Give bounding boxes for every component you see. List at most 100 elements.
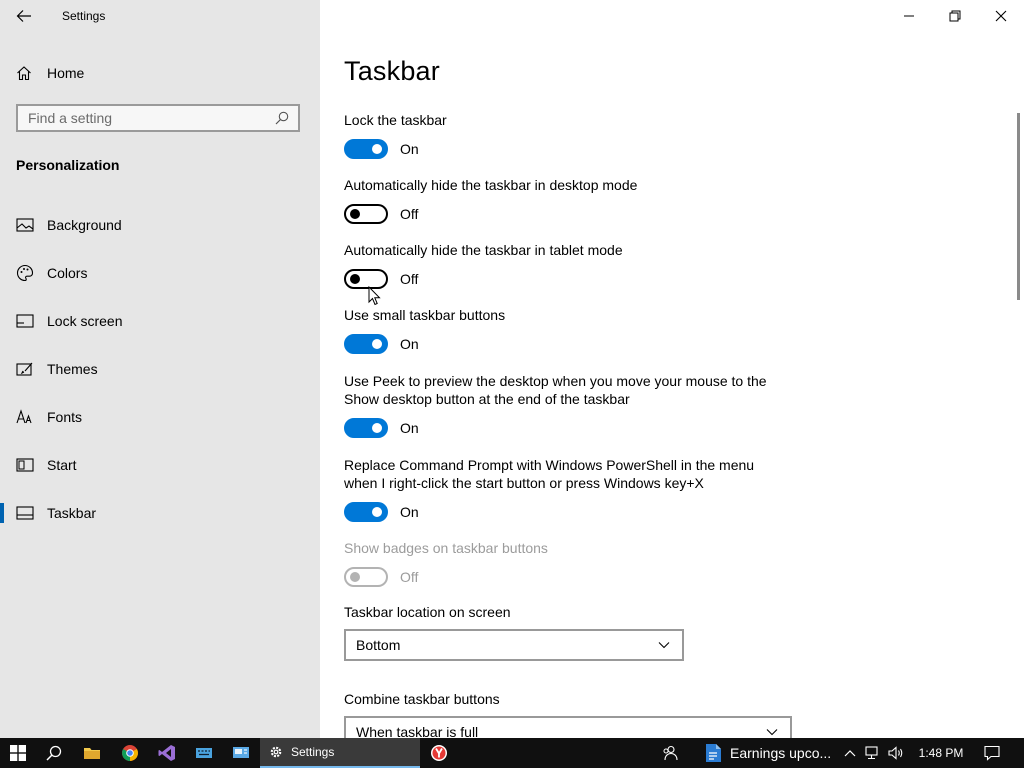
setting-autohide-desktop: Automatically hide the taskbar in deskto… — [344, 176, 784, 224]
setting-label-line: Show desktop button at the end of the ta… — [344, 391, 630, 407]
back-arrow-icon — [16, 10, 31, 22]
setting-label: Automatically hide the taskbar in deskto… — [344, 177, 638, 193]
setting-label: Use small taskbar buttons — [344, 307, 506, 323]
keyboard-app-button[interactable] — [186, 738, 222, 768]
app-title: Settings — [62, 9, 106, 23]
scrollbar-thumb[interactable] — [1017, 113, 1020, 300]
sidebar-item-label: Colors — [47, 265, 88, 281]
people-icon — [663, 745, 678, 761]
home-icon — [17, 66, 31, 81]
setting-lock-taskbar: Lock the taskbar On — [344, 111, 784, 159]
folder-icon — [84, 748, 100, 759]
setting-powershell: Replace Command Prompt with Windows Powe… — [344, 456, 784, 522]
chevron-down-icon — [762, 728, 782, 736]
volume-button[interactable] — [885, 738, 907, 768]
combine-dropdown-value: When taskbar is full — [356, 724, 479, 738]
taskbar-settings-label: Settings — [291, 745, 335, 759]
earnings-notification-button[interactable]: Earnings upco... — [700, 738, 840, 768]
setting-peek: Use Peek to preview the desktop when you… — [344, 372, 784, 438]
badges-toggle — [344, 567, 388, 587]
search-input[interactable] — [18, 105, 272, 131]
back-button[interactable] — [10, 4, 38, 28]
sidebar-item-background[interactable]: Background — [0, 201, 320, 249]
sidebar-item-label: Fonts — [47, 409, 83, 425]
sidebar-item-label: Themes — [47, 361, 98, 377]
remote-desktop-icon — [233, 747, 249, 758]
toggle-state: Off — [400, 206, 419, 222]
themes-icon — [16, 360, 34, 378]
location-label: Taskbar location on screen — [344, 604, 511, 620]
chrome-button[interactable] — [112, 738, 148, 768]
main-content: Taskbar Lock the taskbar On Automaticall… — [320, 0, 1024, 738]
setting-label: Automatically hide the taskbar in tablet… — [344, 242, 623, 258]
picture-icon — [16, 216, 34, 234]
gear-icon — [270, 746, 282, 758]
yandex-browser-button[interactable] — [421, 738, 457, 768]
sidebar-item-label: Taskbar — [47, 505, 97, 521]
page-title: Taskbar — [344, 56, 440, 86]
visual-studio-button[interactable] — [149, 738, 185, 768]
start-icon — [16, 456, 34, 474]
location-dropdown-value: Bottom — [356, 637, 401, 653]
toggle-state: Off — [400, 271, 419, 287]
taskbar-settings-button[interactable]: Settings — [260, 738, 420, 768]
sidebar-item-taskbar[interactable]: Taskbar — [0, 489, 320, 537]
autohide-desktop-toggle[interactable] — [344, 204, 388, 224]
chevron-down-icon — [654, 641, 674, 649]
setting-label: Use Peek to preview the desktop when you… — [344, 372, 784, 408]
notification-icon — [984, 745, 1000, 761]
mouse-cursor-icon — [368, 286, 381, 306]
setting-label-line: Replace Command Prompt with Windows Powe… — [344, 457, 755, 473]
sidebar-nav: Background Colors Lock screen Themes Fon… — [0, 201, 320, 537]
taskbar-search-button[interactable] — [36, 738, 72, 768]
document-icon — [706, 744, 721, 762]
sidebar-item-start[interactable]: Start — [0, 441, 320, 489]
palette-icon — [16, 264, 34, 282]
peek-toggle[interactable] — [344, 418, 388, 438]
search-icon — [46, 745, 62, 761]
clock[interactable]: 1:48 PM — [912, 738, 970, 768]
sidebar-item-fonts[interactable]: Fonts — [0, 393, 320, 441]
chrome-icon — [122, 745, 138, 761]
sidebar-item-lock-screen[interactable]: Lock screen — [0, 297, 320, 345]
setting-label: Show badges on taskbar buttons — [344, 540, 548, 556]
sidebar-item-home-label: Home — [47, 65, 85, 81]
setting-autohide-tablet: Automatically hide the taskbar in tablet… — [344, 241, 784, 289]
combine-dropdown[interactable]: When taskbar is full — [344, 716, 792, 738]
remote-desktop-button[interactable] — [223, 738, 259, 768]
lock-screen-icon — [16, 312, 34, 330]
toggle-state: On — [400, 141, 419, 157]
start-button[interactable] — [0, 738, 36, 768]
search-box[interactable] — [16, 104, 300, 132]
setting-badges: Show badges on taskbar buttons Off — [344, 539, 784, 587]
volume-icon — [888, 746, 903, 760]
toggle-state: On — [400, 420, 419, 436]
action-center-button[interactable] — [976, 738, 1008, 768]
lock-taskbar-toggle[interactable] — [344, 139, 388, 159]
setting-small-buttons: Use small taskbar buttons On — [344, 306, 784, 354]
sidebar-item-themes[interactable]: Themes — [0, 345, 320, 393]
people-button[interactable] — [652, 738, 688, 768]
yandex-browser-icon — [431, 745, 447, 761]
setting-label-line: when I right-click the start button or p… — [344, 475, 704, 491]
setting-label: Lock the taskbar — [344, 112, 447, 128]
powershell-toggle[interactable] — [344, 502, 388, 522]
sidebar-item-colors[interactable]: Colors — [0, 249, 320, 297]
sidebar-item-label: Background — [47, 217, 122, 233]
network-button[interactable] — [862, 738, 884, 768]
sidebar-item-label: Start — [47, 457, 77, 473]
show-hidden-icons-button[interactable] — [839, 738, 861, 768]
search-icon[interactable] — [272, 108, 292, 128]
sidebar: Settings Home Personalization Background — [0, 0, 320, 738]
setting-label: Replace Command Prompt with Windows Powe… — [344, 456, 784, 492]
font-icon — [16, 408, 34, 426]
location-dropdown[interactable]: Bottom — [344, 629, 684, 661]
section-title: Personalization — [16, 157, 120, 173]
toggle-state: On — [400, 504, 419, 520]
toggle-state: On — [400, 336, 419, 352]
earnings-label: Earnings upco... — [730, 745, 832, 761]
file-explorer-button[interactable] — [74, 738, 110, 768]
taskbar: Settings Earnings upco... 1:48 PM — [0, 738, 1024, 768]
small-buttons-toggle[interactable] — [344, 334, 388, 354]
sidebar-item-home[interactable]: Home — [16, 62, 84, 84]
